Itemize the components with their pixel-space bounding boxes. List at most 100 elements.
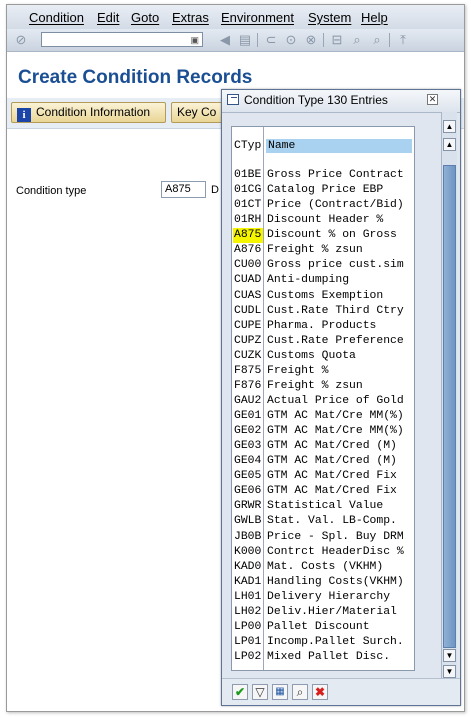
list-item[interactable]: K000 Contrct HeaderDisc % bbox=[232, 545, 414, 560]
list-item[interactable]: 01RH Discount Header % bbox=[232, 213, 414, 228]
command-input[interactable] bbox=[42, 36, 186, 50]
scroll-down-icon[interactable]: ▼ bbox=[443, 665, 456, 678]
command-field[interactable]: ▣ bbox=[41, 32, 203, 50]
standard-toolbar: ⊘ ▣ ◀ ▤ ⊂ ⊙ ⊗ ⊟ ⌕ ⌕ ⤒ bbox=[7, 29, 464, 52]
column-header-name[interactable]: Name bbox=[266, 139, 412, 153]
list-item[interactable]: GE06 GTM AC Mat/Cred Fix bbox=[232, 484, 414, 499]
menu-edit[interactable]: Edit bbox=[97, 10, 119, 25]
list-item[interactable]: JB0B Price - Spl. Buy DRM bbox=[232, 530, 414, 545]
menu-help[interactable]: Help bbox=[361, 10, 388, 25]
condition-type-name: GTM AC Mat/Cred (M) bbox=[267, 455, 397, 468]
condition-type-name: Discount % on Gross bbox=[267, 229, 397, 242]
condition-type-code: GE03 bbox=[234, 440, 262, 453]
condition-type-code: CUAD bbox=[234, 274, 262, 287]
menu-extras[interactable]: Extras bbox=[172, 10, 209, 25]
back-arrow-icon[interactable]: ◀ bbox=[217, 32, 233, 48]
condition-type-code: GE02 bbox=[234, 425, 262, 438]
list-item[interactable]: LP02 Mixed Pallet Disc. bbox=[232, 650, 414, 665]
list-item[interactable]: GWLB Stat. Val. LB-Comp. bbox=[232, 514, 414, 529]
condition-type-code: A876 bbox=[234, 244, 262, 257]
find-next-icon[interactable]: ⌕ bbox=[369, 32, 385, 48]
entries-list: CTyp Name 01BE Gross Price Contract 01CG Ca… bbox=[231, 126, 415, 671]
scroll-up-icon[interactable]: ▲ bbox=[443, 120, 456, 133]
menu-condition[interactable]: Condition bbox=[29, 10, 84, 25]
condition-type-code: KAD1 bbox=[234, 575, 262, 588]
condition-type-name: Freight % bbox=[267, 364, 329, 377]
list-item[interactable]: GE02 GTM AC Mat/Cre MM(%) bbox=[232, 424, 414, 439]
checkmark-icon[interactable]: ✔ bbox=[232, 684, 248, 700]
condition-type-name: GTM AC Mat/Cre MM(%) bbox=[267, 410, 404, 422]
column-header-ctyp[interactable]: CTyp bbox=[233, 139, 263, 153]
list-item[interactable]: 01CT Price (Contract/Bid) bbox=[232, 198, 414, 213]
condition-type-code: 01BE bbox=[234, 169, 262, 181]
first-page-icon[interactable]: ⤒ bbox=[395, 32, 411, 48]
condition-type-code: 01CG bbox=[234, 184, 262, 197]
exit-icon[interactable]: ⊙ bbox=[283, 32, 299, 48]
list-item[interactable]: CUAD Anti-dumping bbox=[232, 273, 414, 288]
list-rows: 01BE Gross Price Contract 01CG Catalog Pric… bbox=[232, 168, 414, 665]
condition-type-field[interactable]: A875 bbox=[161, 181, 206, 198]
condition-type-name: Deliv.Hier/Material bbox=[267, 605, 397, 618]
list-item[interactable]: GE04 GTM AC Mat/Cred (M) bbox=[232, 454, 414, 469]
toolbar-separator bbox=[389, 33, 390, 47]
condition-type-name: Cust.Rate Preference bbox=[267, 334, 404, 347]
sort-icon[interactable]: ▦ bbox=[272, 684, 288, 700]
scroll-page-up-icon[interactable]: ▲ bbox=[443, 138, 456, 151]
condition-type-name: Gross Price Contract bbox=[267, 169, 404, 181]
command-history-icon[interactable]: ▣ bbox=[190, 34, 199, 46]
condition-information-label: Condition Information bbox=[36, 105, 151, 119]
condition-information-button[interactable]: i Condition Information bbox=[11, 102, 166, 123]
page-title: Create Condition Records bbox=[18, 67, 253, 88]
condition-type-code: CUAS bbox=[234, 289, 262, 302]
popup-title-bar: Condition Type 130 Entries ✕ bbox=[222, 90, 460, 113]
list-item[interactable]: GE05 GTM AC Mat/Cred Fix bbox=[232, 469, 414, 484]
list-item[interactable]: KAD0 Mat. Costs (VKHM) bbox=[232, 560, 414, 575]
condition-type-popup: Condition Type 130 Entries ✕ CTyp Name 0… bbox=[221, 89, 461, 706]
list-item[interactable]: KAD1 Handling Costs(VKHM) bbox=[232, 575, 414, 590]
condition-type-name: Anti-dumping bbox=[267, 274, 350, 287]
list-item[interactable]: CU00 Gross price cust.sim bbox=[232, 258, 414, 273]
menu-system[interactable]: System bbox=[308, 10, 351, 25]
back-icon[interactable]: ⊂ bbox=[263, 32, 279, 48]
list-item[interactable]: GE01 GTM AC Mat/Cre MM(%) bbox=[232, 409, 414, 424]
list-item[interactable]: LH02 Deliv.Hier/Material bbox=[232, 605, 414, 620]
list-item[interactable]: CUPZ Cust.Rate Preference bbox=[232, 334, 414, 349]
save-icon[interactable]: ▤ bbox=[237, 32, 253, 48]
menu-goto[interactable]: Goto bbox=[131, 10, 159, 25]
vertical-scrollbar[interactable]: ▲ ▲ ▼ ▼ bbox=[441, 112, 457, 679]
list-item[interactable]: CUZK Customs Quota bbox=[232, 349, 414, 364]
list-item[interactable]: LP01 Incomp.Pallet Surch. bbox=[232, 635, 414, 650]
close-icon[interactable]: ✕ bbox=[427, 94, 438, 105]
condition-type-name: Cust.Rate Third Ctry bbox=[267, 304, 404, 317]
enter-check-icon[interactable]: ⊘ bbox=[13, 32, 29, 48]
condition-type-name: GTM AC Mat/Cred (M) bbox=[267, 440, 397, 453]
list-item[interactable]: A876 Freight % zsun bbox=[232, 243, 414, 258]
list-item[interactable]: F876 Freight % zsun bbox=[232, 379, 414, 394]
list-item[interactable]: CUPE Pharma. Products bbox=[232, 319, 414, 334]
print-icon[interactable]: ⊟ bbox=[329, 32, 345, 48]
condition-type-code: F875 bbox=[234, 364, 262, 377]
list-item[interactable]: GE03 GTM AC Mat/Cred (M) bbox=[232, 439, 414, 454]
list-item[interactable]: 01BE Gross Price Contract bbox=[232, 168, 414, 183]
cancel-x-icon[interactable]: ✖ bbox=[312, 684, 328, 700]
menu-bar: Condition Edit Goto Extras Environment S… bbox=[7, 5, 464, 29]
filter-icon[interactable]: ▽ bbox=[252, 684, 268, 700]
cancel-icon[interactable]: ⊗ bbox=[303, 32, 319, 48]
list-item[interactable]: CUAS Customs Exemption bbox=[232, 289, 414, 304]
menu-environment[interactable]: Environment bbox=[221, 10, 294, 25]
find-icon[interactable]: ⌕ bbox=[349, 32, 365, 48]
scroll-page-down-icon[interactable]: ▼ bbox=[443, 649, 456, 662]
list-item[interactable]: LH01 Delivery Hierarchy bbox=[232, 590, 414, 605]
list-item[interactable]: 01CG Catalog Price EBP bbox=[232, 183, 414, 198]
condition-type-code: 01CT bbox=[234, 199, 262, 212]
list-item[interactable]: GAU2 Actual Price of Gold bbox=[232, 394, 414, 409]
scrollbar-thumb[interactable] bbox=[443, 165, 456, 648]
binoculars-icon[interactable]: ⌕ bbox=[292, 684, 308, 700]
list-item[interactable]: A875 Discount % on Gross bbox=[232, 228, 414, 244]
list-item[interactable]: LP00 Pallet Discount bbox=[232, 620, 414, 635]
condition-type-name: Price (Contract/Bid) bbox=[267, 199, 404, 212]
list-item[interactable]: CUDL Cust.Rate Third Ctry bbox=[232, 304, 414, 319]
list-item[interactable]: GRWR Statistical Value bbox=[232, 499, 414, 514]
window-icon bbox=[227, 94, 239, 105]
list-item[interactable]: F875 Freight % bbox=[232, 364, 414, 379]
